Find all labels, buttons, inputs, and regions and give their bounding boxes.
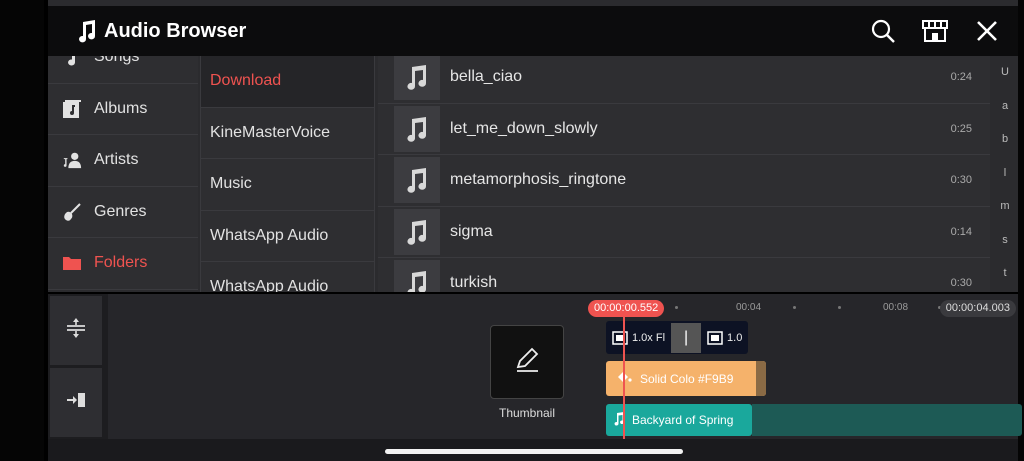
time-dot: [675, 306, 678, 309]
category-label: Artists: [94, 151, 139, 169]
solid-clip-label: Solid Colo #F9B9: [640, 371, 734, 386]
audio-clip-label: Backyard of Spring: [632, 413, 734, 427]
alphabet-letter[interactable]: U: [1001, 56, 1009, 90]
end-time: 00:00:04.003: [939, 300, 1016, 317]
folder-item[interactable]: WhatsApp Audio: [201, 210, 374, 262]
search-icon[interactable]: [868, 16, 898, 46]
alphabet-letter[interactable]: a: [1002, 90, 1008, 124]
song-list: bella_ciao 0:24 let_me_down_slowly 0:25 …: [378, 52, 990, 292]
song-duration: 0:25: [950, 122, 972, 135]
music-note-icon: [394, 157, 440, 204]
clip-trim-region: [756, 361, 766, 396]
music-note-icon: [394, 54, 440, 101]
alphabet-letter[interactable]: t: [1003, 257, 1006, 291]
song-name: turkish: [450, 274, 498, 292]
folder-list: Download KineMasterVoice Music WhatsApp …: [200, 56, 375, 292]
folder-icon: [62, 253, 82, 273]
song-row[interactable]: bella_ciao 0:24: [378, 52, 990, 104]
alphabet-letter[interactable]: m: [1000, 190, 1009, 224]
song-name: sigma: [450, 222, 493, 240]
folder-item[interactable]: WhatsApp Audio: [201, 262, 374, 292]
clip-speed-label: 1.0x Fl: [632, 331, 666, 344]
song-row[interactable]: sigma 0:14: [378, 206, 990, 258]
split-handle[interactable]: |: [671, 322, 702, 353]
clip-segment: 1.0: [707, 330, 743, 345]
pencil-icon: [512, 345, 542, 380]
category-genres[interactable]: Genres: [48, 186, 198, 238]
song-row[interactable]: let_me_down_slowly 0:25: [378, 103, 990, 155]
clip-speed-label: 1.0: [727, 331, 743, 344]
playhead[interactable]: [623, 316, 625, 439]
timeline-panel: Thumbnail 00:00:00.552 00:04 00:08 00:00…: [48, 294, 1022, 439]
jump-to-end-button[interactable]: [50, 368, 102, 437]
alphabet-letter[interactable]: l: [1004, 157, 1006, 191]
album-icon: [62, 99, 82, 119]
guitar-icon: [62, 202, 82, 222]
timeline-tools: [48, 294, 108, 439]
audio-clip-waveform: [752, 404, 1022, 436]
home-indicator[interactable]: [385, 449, 683, 454]
artist-icon: [62, 150, 82, 170]
category-label: Folders: [94, 254, 148, 272]
page-title: Audio Browser: [104, 19, 247, 42]
expand-vertical-icon: [65, 317, 87, 344]
folder-item[interactable]: KineMasterVoice: [201, 107, 374, 159]
alphabet-letter[interactable]: b: [1002, 123, 1008, 157]
song-duration: 0:30: [950, 174, 972, 187]
header: Audio Browser: [48, 6, 1018, 56]
thumbnail-label: Thumbnail: [498, 406, 556, 420]
song-duration: 0:14: [950, 225, 972, 238]
clip-segment: 1.0x Fl: [612, 330, 666, 345]
close-icon[interactable]: [972, 16, 1002, 46]
right-edge: [1018, 0, 1024, 461]
folder-item[interactable]: Music: [201, 159, 374, 211]
current-time: 00:00:00.552: [588, 300, 665, 317]
header-actions: [868, 16, 1002, 46]
solid-color-clip[interactable]: Solid Colo #F9B9: [606, 361, 766, 396]
category-albums[interactable]: Albums: [48, 83, 198, 135]
category-label: Albums: [94, 99, 148, 117]
category-artists[interactable]: Artists: [48, 135, 198, 187]
category-list: Songs Albums Artists Genres Folders: [48, 32, 198, 290]
music-note-icon: [76, 19, 98, 43]
category-folders[interactable]: Folders: [48, 238, 198, 290]
screen: Audio Browser Songs Albums Artists Genre…: [0, 0, 1024, 461]
category-label: Genres: [94, 202, 147, 220]
song-name: let_me_down_slowly: [450, 119, 598, 137]
time-mark: 00:08: [883, 302, 909, 313]
time-mark: 00:04: [736, 302, 762, 313]
audio-clip[interactable]: Backyard of Spring: [606, 404, 752, 436]
thumbnail-button[interactable]: [490, 325, 564, 399]
music-note-icon: [394, 260, 440, 292]
music-note-icon: [394, 208, 440, 255]
song-name: metamorphosis_ringtone: [450, 171, 627, 189]
time-dot: [793, 306, 796, 309]
song-row[interactable]: metamorphosis_ringtone 0:30: [378, 155, 990, 207]
track-adjust-button[interactable]: [50, 296, 102, 365]
left-edge: [0, 0, 44, 461]
song-name: bella_ciao: [450, 68, 523, 86]
alphabet-index[interactable]: U a b l m s t: [992, 56, 1018, 291]
time-dot: [838, 306, 841, 309]
timeline-tracks[interactable]: Thumbnail 00:00:00.552 00:04 00:08 00:00…: [108, 294, 1022, 439]
folder-item[interactable]: Download: [201, 56, 374, 108]
alphabet-letter[interactable]: s: [1002, 224, 1008, 258]
song-duration: 0:30: [950, 277, 972, 290]
store-icon[interactable]: [920, 16, 950, 46]
arrow-to-end-icon: [65, 390, 87, 415]
song-duration: 0:24: [950, 71, 972, 84]
video-clip[interactable]: 1.0x Fl | 1.0: [606, 321, 748, 354]
music-note-icon: [394, 105, 440, 152]
song-row[interactable]: turkish 0:30: [378, 258, 990, 292]
